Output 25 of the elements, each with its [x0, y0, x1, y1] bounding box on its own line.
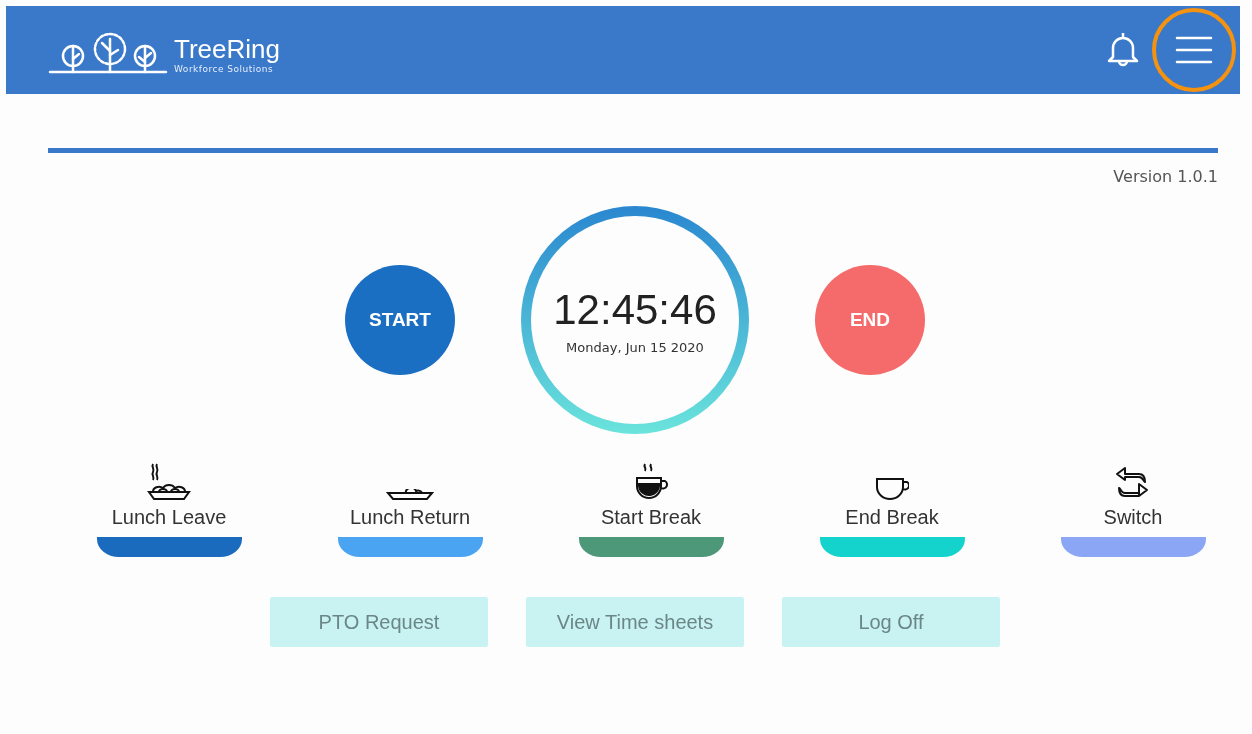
action-button[interactable] [96, 537, 242, 557]
action-button[interactable] [1060, 537, 1206, 557]
noodle-bowl-icon [145, 462, 193, 502]
clock-time: 12:45:46 [553, 285, 717, 334]
action-label: Lunch Leave [111, 506, 227, 529]
brand-tagline: Workforce Solutions [174, 63, 275, 75]
action-label: Lunch Return [349, 506, 471, 529]
nav-button[interactable]: Log Off [782, 597, 1000, 647]
action-label: Switch [1103, 506, 1163, 529]
empty-cup-icon [875, 477, 909, 500]
brand-name: TreeRing [174, 35, 280, 63]
action-label: Start Break [600, 506, 701, 529]
menu-button[interactable] [1152, 8, 1236, 92]
start-button[interactable]: START [345, 265, 455, 375]
version-label: Version 1.0.1 [1112, 167, 1218, 186]
action-button[interactable] [578, 537, 724, 557]
tree-logo-icon [48, 31, 168, 75]
clock-date: Monday, Jun 15 2020 [566, 339, 704, 355]
end-button[interactable]: END [815, 265, 925, 375]
nav-button[interactable]: View Time sheets [526, 597, 744, 647]
plate-icon [386, 489, 434, 501]
action-button[interactable] [337, 537, 483, 557]
nav-button[interactable]: PTO Request [270, 597, 488, 647]
menu-icon[interactable] [1175, 35, 1213, 65]
action-label: End Break [845, 506, 939, 529]
